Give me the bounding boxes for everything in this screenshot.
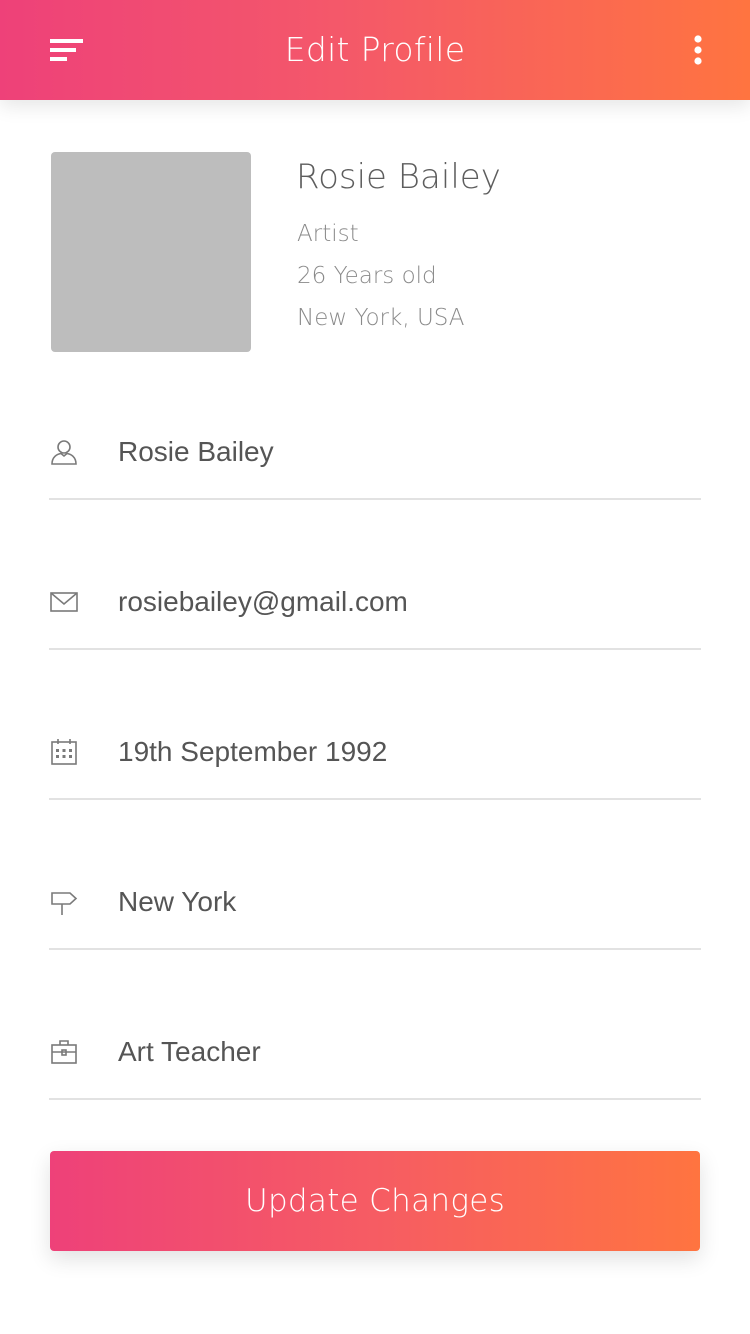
job-field[interactable] [49, 1010, 701, 1100]
birthday-field[interactable] [49, 710, 701, 800]
more-vertical-icon [694, 35, 702, 65]
avatar[interactable] [51, 152, 251, 352]
name-input[interactable] [118, 410, 678, 494]
email-input[interactable] [118, 560, 678, 644]
mail-icon [49, 587, 79, 617]
city-field[interactable] [49, 860, 701, 950]
profile-occupation: Artist [297, 221, 359, 247]
more-options-button[interactable] [676, 28, 720, 72]
profile-location: New York, USA [297, 305, 465, 331]
page-title: Edit Profile [284, 30, 466, 69]
app-bar: Edit Profile [0, 0, 750, 100]
signpost-icon [49, 887, 79, 917]
email-field[interactable] [49, 560, 701, 650]
job-input[interactable] [118, 1010, 678, 1094]
city-input[interactable] [118, 860, 678, 944]
birthday-input[interactable] [118, 710, 678, 794]
briefcase-icon [49, 1037, 79, 1067]
update-changes-button[interactable]: Update Changes [50, 1151, 700, 1251]
profile-age: 26 Years old [297, 263, 437, 289]
profile-name: Rosie Bailey [296, 157, 501, 197]
name-field[interactable] [49, 410, 701, 500]
calendar-icon [49, 737, 79, 767]
user-icon [49, 437, 79, 467]
